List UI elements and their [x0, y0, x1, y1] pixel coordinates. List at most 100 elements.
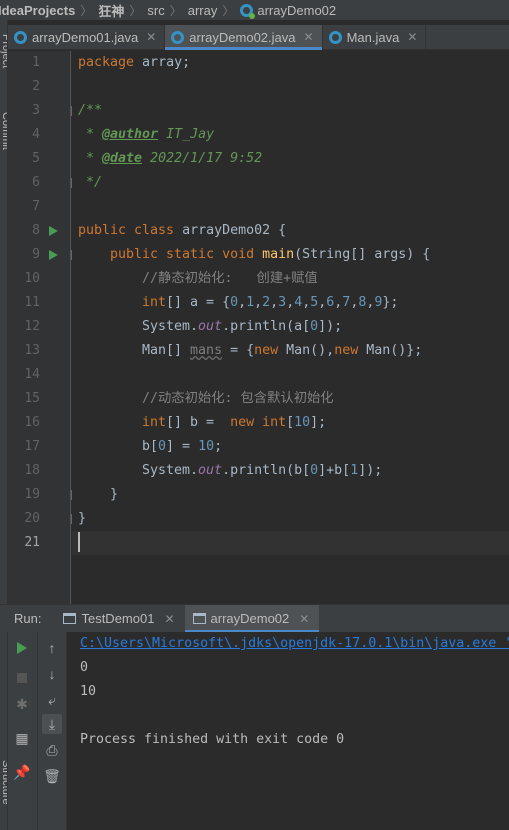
rerun-button[interactable] — [12, 638, 32, 658]
code-token: Man()}; — [358, 343, 423, 358]
tab-label: arrayDemo02.java — [189, 29, 296, 45]
tab-man[interactable]: Man.java ✕ — [323, 25, 427, 49]
run-main-gutter-icon[interactable] — [49, 250, 58, 260]
code-line: int[] b = new int[10]; — [72, 411, 509, 435]
line-number: 11 — [24, 295, 40, 310]
soft-wrap-icon[interactable]: ⤶ — [42, 690, 62, 710]
code-token: 2022/1/17 9:52 — [142, 151, 263, 166]
breadcrumb-item-src[interactable]: src — [147, 3, 164, 18]
code-token: 0 — [230, 295, 239, 310]
code-token: = { — [222, 343, 255, 358]
breadcrumb-item-kuangshen[interactable]: 狂神 — [98, 1, 124, 20]
run-tab-testdemo01[interactable]: TestDemo01 ✕ — [55, 605, 184, 633]
breadcrumb-item-array[interactable]: array — [188, 3, 218, 18]
code-token: } — [110, 487, 119, 502]
code-editor[interactable]: package array; /** * @author IT_Jay * @d… — [72, 51, 509, 604]
scroll-to-end-icon[interactable]: ⤓ — [42, 714, 62, 734]
code-token: 10 — [198, 439, 215, 454]
code-token: */ — [78, 175, 103, 190]
breadcrumb-item-arraydemo02[interactable]: arrayDemo02 — [257, 3, 336, 18]
code-token: int — [142, 415, 167, 430]
code-line: Man[] mans = {new Man(),new Man()}; — [72, 339, 509, 363]
stop-icon — [17, 673, 27, 683]
trash-icon[interactable]: 🗑 — [42, 766, 62, 786]
line-number: 9 — [32, 247, 40, 262]
commit-tool-label[interactable]: Commit — [0, 112, 7, 150]
tab-label: arrayDemo01.java — [32, 29, 139, 45]
navigation-breadcrumb: IdeaProjects 〉 狂神 〉 src 〉 array 〉 arrayD… — [0, 0, 509, 20]
console-command-link[interactable]: C:\Users\Microsoft\.jdks\openjdk-17.0.1\… — [80, 632, 509, 656]
code-line: b[0] = 10; — [72, 435, 509, 459]
line-number: 20 — [24, 511, 40, 526]
code-line: public static void main(String[] args) { — [72, 243, 509, 267]
close-icon[interactable]: ✕ — [299, 612, 309, 626]
console-output-line: 10 — [80, 684, 97, 699]
run-panel-header: Run: TestDemo01 ✕ arrayDemo02 ✕ — [0, 604, 509, 633]
code-token: int — [142, 295, 167, 310]
close-icon[interactable]: ✕ — [164, 612, 174, 626]
code-line: */ — [72, 171, 509, 195]
code-line: //静态初始化: 创建+赋值 — [72, 267, 509, 291]
pin-icon[interactable]: 📌 — [12, 762, 32, 782]
line-number-current: 21 — [24, 535, 40, 550]
code-token: out — [198, 463, 223, 478]
code-token: System. — [142, 319, 199, 334]
line-number: 5 — [32, 151, 40, 166]
project-tool-label[interactable]: Project — [0, 34, 7, 68]
tab-arraydemo01[interactable]: arrayDemo01.java ✕ — [8, 25, 166, 49]
run-tab-arraydemo02[interactable]: arrayDemo02 ✕ — [184, 604, 320, 633]
code-token: IT_Jay — [158, 127, 215, 142]
run-tab-label: TestDemo01 — [81, 611, 155, 626]
up-stacktrace-icon[interactable]: ↑ — [42, 638, 62, 658]
code-token: mans — [190, 343, 223, 358]
close-icon[interactable]: ✕ — [304, 30, 314, 44]
code-token: ] = — [166, 439, 199, 454]
code-token: arrayDemo02 { — [174, 223, 287, 238]
breadcrumb-separator-icon: 〉 — [222, 3, 235, 18]
breadcrumb-separator-icon: 〉 — [129, 3, 142, 18]
structure-tool-label[interactable]: Structure — [0, 760, 7, 805]
code-line: /** — [72, 99, 509, 123]
text-caret — [78, 532, 80, 552]
debug-button[interactable]: ✱ — [12, 694, 32, 714]
stop-button[interactable] — [12, 668, 32, 688]
code-line: * @author IT_Jay — [72, 123, 509, 147]
code-token: .println(b[ — [222, 463, 311, 478]
line-number: 19 — [24, 487, 40, 502]
line-number: 1 — [32, 55, 40, 70]
print-icon[interactable]: ⎙ — [42, 740, 62, 760]
code-line: int[] a = {0,1,2,3,4,5,6,7,8,9}; — [142, 295, 399, 310]
code-line: package array; — [72, 51, 509, 75]
current-line-highlight — [72, 531, 509, 555]
breadcrumb-item-idea-projects[interactable]: IdeaProjects — [0, 3, 75, 18]
code-token: ]+b[ — [318, 463, 351, 478]
run-console[interactable]: C:\Users\Microsoft\.jdks\openjdk-17.0.1\… — [67, 632, 509, 830]
java-class-icon — [328, 30, 342, 44]
code-line: } — [72, 483, 509, 507]
code-token: 0 — [158, 439, 167, 454]
code-token: (String[] args) { — [294, 247, 431, 262]
line-number: 12 — [24, 319, 40, 334]
down-stacktrace-icon[interactable]: ↓ — [42, 664, 62, 684]
code-token: b[ — [142, 439, 159, 454]
tab-arraydemo02[interactable]: arrayDemo02.java ✕ — [165, 25, 323, 50]
left-tool-stripe: Project Commit Structure — [0, 20, 8, 830]
code-line: public class arrayDemo02 { — [72, 219, 509, 243]
close-icon[interactable]: ✕ — [407, 30, 417, 44]
code-token: [] b = — [166, 415, 231, 430]
run-toolbar-secondary: ↑ ↓ ⤶ ⤓ ⎙ 🗑 — [38, 632, 67, 830]
line-number: 18 — [24, 463, 40, 478]
code-token: @author — [102, 127, 159, 142]
editor-gutter[interactable]: 1 2 3 4 5 6 7 8 9 10 11 12 13 14 15 16 1… — [8, 51, 81, 604]
code-token: public static void — [110, 247, 255, 262]
layout-icon[interactable]: ▦ — [12, 728, 32, 748]
code-token: * — [78, 151, 103, 166]
code-token: out — [198, 319, 223, 334]
close-icon[interactable]: ✕ — [146, 30, 156, 44]
run-class-gutter-icon[interactable] — [49, 226, 58, 236]
line-number: 2 — [32, 79, 40, 94]
play-icon — [17, 642, 27, 654]
code-token: new — [334, 343, 359, 358]
line-number: 16 — [24, 415, 40, 430]
console-icon — [63, 613, 77, 624]
